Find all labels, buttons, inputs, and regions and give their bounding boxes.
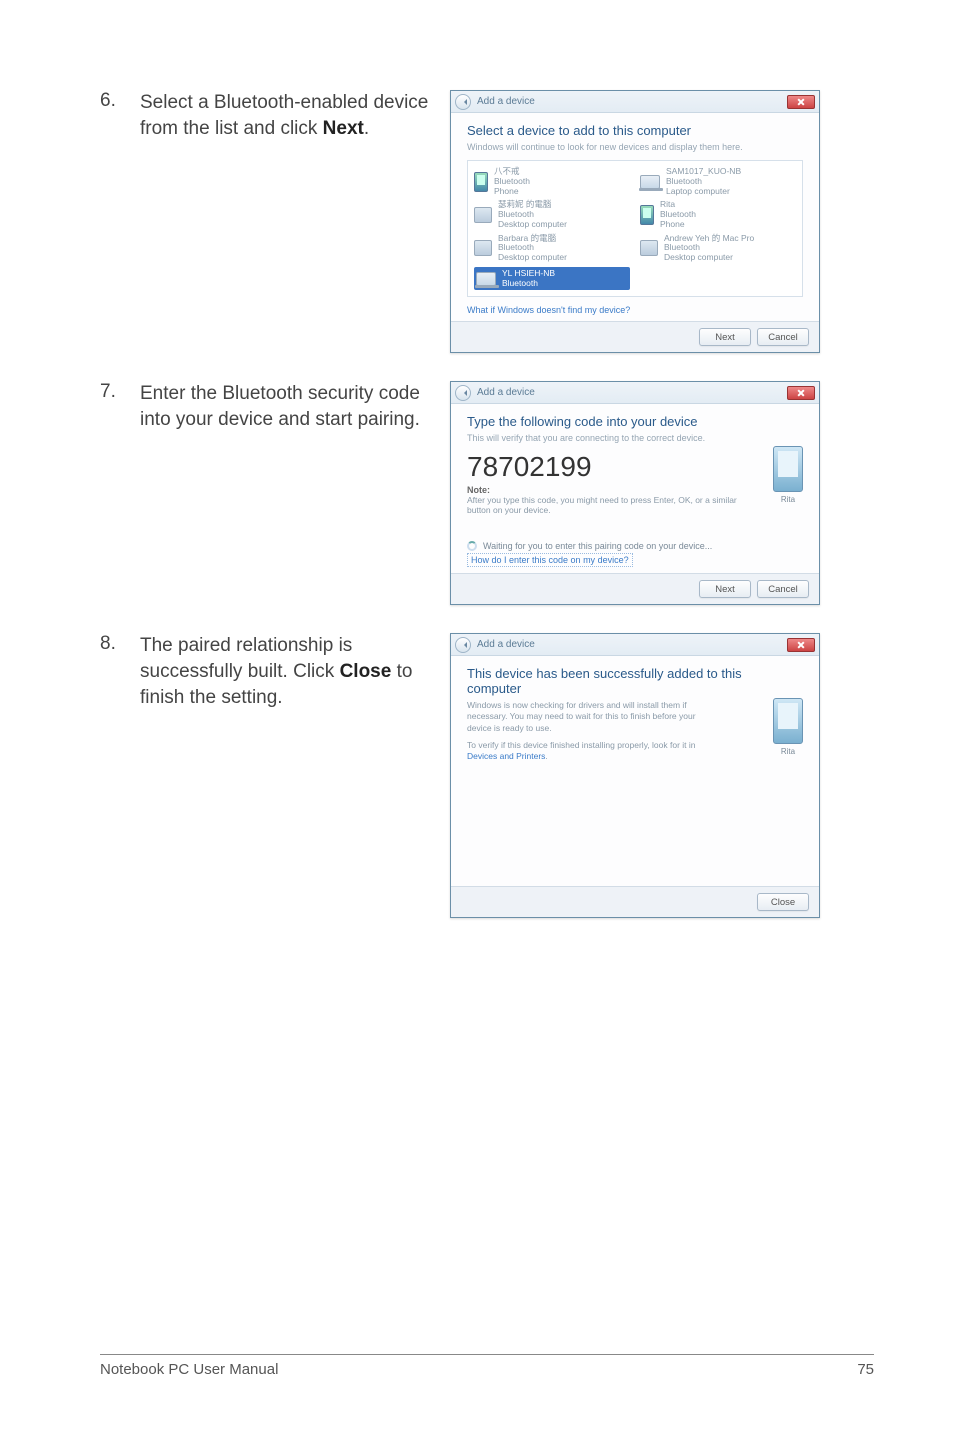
close-icon[interactable] — [787, 386, 815, 400]
pairing-code: 78702199 — [467, 451, 749, 483]
device-item-selected[interactable]: YL HSIEH-NBBluetooth — [474, 267, 630, 291]
close-icon[interactable] — [787, 638, 815, 652]
step-8-bold: Close — [340, 661, 392, 682]
step-8-part-a: The paired relationship is successfully … — [140, 635, 352, 682]
step-6: 6. Select a Bluetooth-enabled device fro… — [100, 90, 874, 353]
dialog-subtext: This will verify that you are connecting… — [467, 433, 749, 443]
waiting-status: Waiting for you to enter this pairing co… — [467, 541, 749, 551]
note-heading: Note: — [467, 485, 749, 495]
step-7-text: Enter the Bluetooth security code into y… — [140, 381, 450, 432]
button-bar: Close — [451, 886, 819, 917]
desktop-icon — [474, 240, 492, 256]
help-link[interactable]: How do I enter this code on my device? — [467, 553, 633, 567]
device-preview: Rita — [773, 446, 803, 504]
device-sub2: Laptop computer — [666, 187, 741, 197]
dialog-heading: Type the following code into your device — [467, 414, 749, 429]
device-preview-label: Rita — [773, 495, 803, 504]
back-icon[interactable] — [455, 94, 471, 110]
device-list: 八不戒BluetoothPhone SAM1017_KUO-NBBluetoot… — [467, 160, 803, 297]
step-6-part-b: . — [364, 118, 369, 139]
window-title: Add a device — [477, 387, 535, 398]
device-preview-label: Rita — [773, 747, 803, 756]
close-icon[interactable] — [787, 95, 815, 109]
next-button[interactable]: Next — [699, 580, 751, 598]
dialog-heading: Select a device to add to this computer — [467, 123, 803, 138]
device-item[interactable]: SAM1017_KUO-NBBluetoothLaptop computer — [640, 167, 796, 196]
add-device-dialog-success: Add a device This device has been succes… — [450, 633, 820, 918]
device-sub2: Phone — [660, 220, 696, 230]
waiting-text: Waiting for you to enter this pairing co… — [483, 541, 712, 551]
step-8-text: The paired relationship is successfully … — [140, 633, 450, 710]
laptop-icon — [640, 175, 660, 189]
device-sub1: Bluetooth — [502, 279, 555, 289]
device-sub2: Desktop computer — [498, 253, 567, 263]
dialog-titlebar: Add a device — [451, 91, 819, 113]
device-item[interactable]: Andrew Yeh 的 Mac ProBluetoothDesktop com… — [640, 234, 796, 263]
back-icon[interactable] — [455, 637, 471, 653]
device-item[interactable]: 瑟莉妮 的電腦BluetoothDesktop computer — [474, 200, 630, 229]
desktop-icon — [474, 207, 492, 223]
success-text-1: Windows is now checking for drivers and … — [467, 700, 707, 733]
success-text-2: To verify if this device finished instal… — [467, 740, 707, 762]
desktop-icon — [640, 240, 658, 256]
phone-icon — [474, 172, 488, 192]
device-sub2: Phone — [494, 187, 530, 197]
dialog-heading: This device has been successfully added … — [467, 666, 749, 696]
phone-icon — [640, 205, 654, 225]
help-link[interactable]: What if Windows doesn't find my device? — [467, 305, 803, 315]
note-body: After you type this code, you might need… — [467, 495, 749, 515]
back-icon[interactable] — [455, 385, 471, 401]
device-sub2: Desktop computer — [664, 253, 754, 263]
add-device-dialog-select: Add a device Select a device to add to t… — [450, 90, 820, 353]
window-title: Add a device — [477, 639, 535, 650]
step-6-bold: Next — [323, 118, 364, 139]
spinner-icon — [467, 541, 477, 551]
dialog-titlebar: Add a device — [451, 634, 819, 656]
step-6-number: 6. — [100, 90, 140, 112]
step-7: 7. Enter the Bluetooth security code int… — [100, 381, 874, 605]
device-item[interactable]: Barbara 的電腦BluetoothDesktop computer — [474, 234, 630, 263]
dialog-titlebar: Add a device — [451, 382, 819, 404]
cancel-button[interactable]: Cancel — [757, 580, 809, 598]
page-footer: Notebook PC User Manual 75 — [100, 1354, 874, 1378]
step-8-number: 8. — [100, 633, 140, 655]
laptop-icon — [476, 272, 496, 286]
dialog-body: This device has been successfully added … — [451, 656, 819, 886]
button-bar: Next Cancel — [451, 321, 819, 352]
dialog-body: Type the following code into your device… — [451, 404, 819, 573]
device-preview: Rita — [773, 698, 803, 756]
step-6-part-a: Select a Bluetooth-enabled device from t… — [140, 92, 428, 139]
cancel-button[interactable]: Cancel — [757, 328, 809, 346]
footer-left: Notebook PC User Manual — [100, 1361, 278, 1378]
device-item[interactable]: RitaBluetoothPhone — [640, 200, 796, 229]
success-text-2-a: To verify if this device finished instal… — [467, 740, 696, 750]
step-7-number: 7. — [100, 381, 140, 403]
step-6-text: Select a Bluetooth-enabled device from t… — [140, 90, 450, 141]
button-bar: Next Cancel — [451, 573, 819, 604]
dialog-body: Select a device to add to this computer … — [451, 113, 819, 321]
device-item[interactable]: 八不戒BluetoothPhone — [474, 167, 630, 196]
phone-icon — [773, 698, 803, 744]
add-device-dialog-code: Add a device Type the following code int… — [450, 381, 820, 605]
footer-right: 75 — [857, 1361, 874, 1378]
close-button[interactable]: Close — [757, 893, 809, 911]
devices-printers-link[interactable]: Devices and Printers — [467, 751, 545, 761]
device-sub2: Desktop computer — [498, 220, 567, 230]
next-button[interactable]: Next — [699, 328, 751, 346]
step-8: 8. The paired relationship is successful… — [100, 633, 874, 918]
window-title: Add a device — [477, 96, 535, 107]
dialog-subtext: Windows will continue to look for new de… — [467, 142, 803, 152]
phone-icon — [773, 446, 803, 492]
